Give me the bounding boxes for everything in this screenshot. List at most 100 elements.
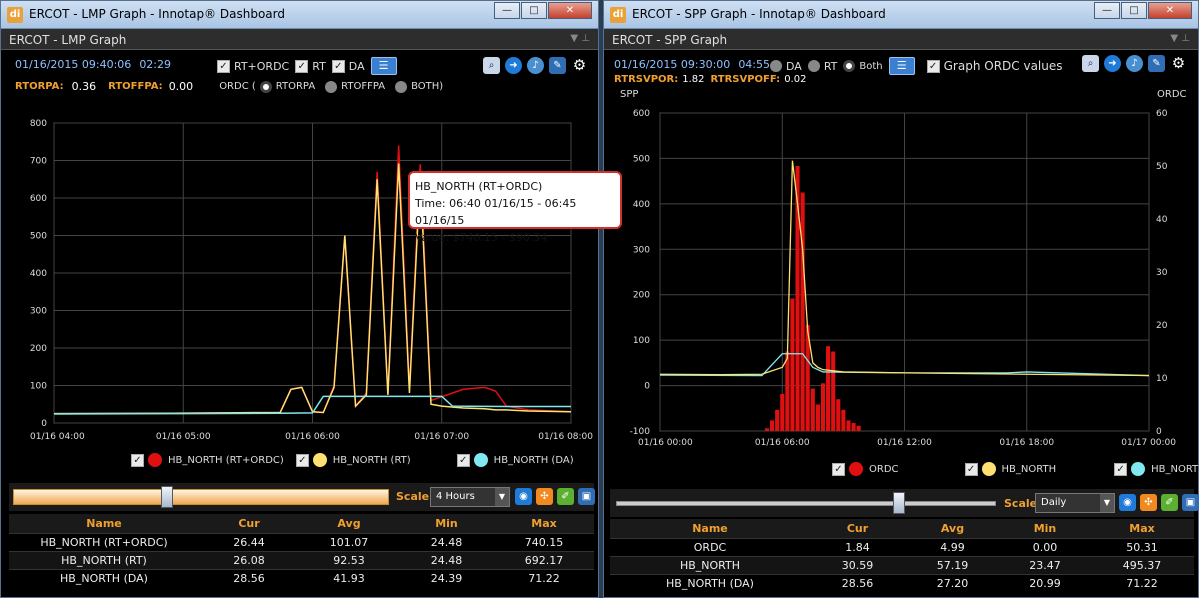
cell-min: 0.00 [1000, 537, 1090, 556]
arrow-right-icon[interactable]: ➜ [505, 57, 522, 74]
rtoffpa-radio[interactable] [325, 80, 338, 93]
spp-y-right-label: ORDC [1157, 89, 1187, 100]
cell-name: HB_NORTH (RT) [9, 550, 199, 569]
minimize-button[interactable]: — [1094, 2, 1120, 19]
list-view-button[interactable]: ☰ [888, 57, 915, 75]
spp-chart[interactable]: -100 0 100 200 300 400 500 600 0 10 20 30 40 50 60 01/1… [604, 101, 1199, 451]
cell-max: 71.22 [494, 568, 594, 587]
lmp-slider-bar: Scale: 4 Hours ▼ ◉ ✣ ✐ ▣ [9, 483, 595, 511]
speaker-icon[interactable]: ♪ [1126, 55, 1143, 72]
pencil-icon[interactable]: ✐ [557, 488, 574, 505]
col-name[interactable]: Name [9, 514, 199, 533]
grid-icon[interactable]: ✣ [1140, 494, 1157, 511]
legend-ordc-checkbox[interactable]: ✓ [832, 462, 845, 476]
arrow-right-icon[interactable]: ➜ [1104, 55, 1121, 72]
eye-icon[interactable]: ◉ [515, 488, 532, 505]
da-radio[interactable] [770, 60, 782, 72]
gear-icon[interactable]: ⚙ [571, 57, 588, 74]
col-avg[interactable]: Avg [299, 514, 399, 533]
pin-icon[interactable]: ▼ ⊥ [1170, 33, 1190, 44]
list-view-button[interactable]: ☰ [370, 57, 397, 75]
y-right-tick-label: 10 [1156, 374, 1168, 384]
table-row[interactable]: HB_NORTH (RT) 26.08 92.53 24.48 692.17 [9, 550, 594, 569]
spp-window: di ERCOT - SPP Graph - Innotap® Dashboar… [603, 0, 1199, 598]
save-icon[interactable]: ▣ [578, 488, 595, 505]
legend-rt-checkbox[interactable]: ✓ [295, 453, 309, 467]
legend-rt-ordc-swatch [148, 453, 162, 467]
cell-min: 24.48 [399, 550, 494, 569]
col-min[interactable]: Min [1000, 519, 1090, 538]
edit-icon[interactable]: ✎ [1148, 55, 1165, 72]
cell-avg: 57.19 [905, 555, 1000, 574]
col-avg[interactable]: Avg [905, 519, 1000, 538]
lmp-window-title: ERCOT - LMP Graph - Innotap® Dashboard [29, 7, 285, 21]
ordc-bar [800, 192, 805, 431]
legend-hbnorth-checkbox[interactable]: ✓ [964, 462, 978, 476]
spp-titlebar[interactable]: di ERCOT - SPP Graph - Innotap® Dashboar… [604, 1, 1198, 29]
ordc-bar [826, 346, 831, 431]
x-tick-label: 01/16 06:00 [755, 438, 810, 448]
save-icon[interactable]: ▣ [1182, 494, 1199, 511]
rt-checkbox[interactable]: ✓ [295, 59, 309, 73]
da-checkbox[interactable]: ✓ [331, 59, 345, 73]
col-min[interactable]: Min [399, 514, 494, 533]
spp-scale-select[interactable]: Daily ▼ [1035, 493, 1115, 513]
table-row[interactable]: ORDC 1.84 4.99 0.00 50.31 [610, 537, 1194, 556]
ordc-bar [836, 399, 841, 431]
edit-icon[interactable]: ✎ [549, 57, 566, 74]
y-right-tick-label: 20 [1156, 321, 1168, 331]
table-row[interactable]: HB_NORTH (DA) 28.56 41.93 24.39 71.22 [9, 568, 594, 587]
search-icon[interactable]: ⌕ [483, 57, 500, 74]
rtorpa-radio[interactable] [259, 80, 272, 93]
rt-radio-label: RT [823, 59, 838, 73]
speaker-icon[interactable]: ♪ [527, 57, 544, 74]
y-left-tick-label: 400 [633, 200, 650, 210]
legend-da-checkbox[interactable]: ✓ [456, 453, 470, 467]
cell-min: 24.48 [399, 532, 494, 551]
close-button[interactable]: ✕ [1148, 2, 1192, 19]
lmp-scale-select[interactable]: 4 Hours ▼ [430, 487, 510, 507]
minimize-button[interactable]: — [494, 2, 520, 19]
graph-ordc-checkbox[interactable]: ✓ [926, 59, 940, 73]
y-left-tick-label: -100 [630, 427, 651, 437]
grid-icon[interactable]: ✣ [536, 488, 553, 505]
cell-max: 71.22 [1090, 573, 1194, 592]
col-cur[interactable]: Cur [199, 514, 299, 533]
col-max[interactable]: Max [494, 514, 594, 533]
eye-icon[interactable]: ◉ [1119, 494, 1136, 511]
y-tick-label: 200 [30, 344, 47, 354]
both-radio[interactable] [395, 80, 408, 93]
gear-icon[interactable]: ⚙ [1170, 55, 1187, 72]
col-name[interactable]: Name [610, 519, 810, 538]
y-tick-label: 600 [30, 194, 47, 204]
lmp-time-slider[interactable] [13, 489, 389, 505]
search-icon[interactable]: ⌕ [1082, 55, 1099, 72]
legend-hbnorth-label: HB_NORTH [1001, 463, 1057, 475]
chevron-down-icon: ▼ [495, 488, 509, 506]
close-button[interactable]: ✕ [548, 2, 592, 19]
legend-rt-ordc-checkbox[interactable]: ✓ [131, 453, 144, 467]
table-row[interactable]: HB_NORTH (RT+ORDC) 26.44 101.07 24.48 74… [9, 532, 594, 551]
table-row[interactable]: HB_NORTH 30.59 57.19 23.47 495.37 [610, 555, 1194, 574]
lmp-titlebar[interactable]: di ERCOT - LMP Graph - Innotap® Dashboar… [1, 1, 598, 29]
spp-slider-thumb[interactable] [893, 492, 905, 514]
lmp-slider-thumb[interactable] [161, 486, 173, 508]
both-radio[interactable] [843, 60, 856, 72]
legend-ordc-label: ORDC [869, 463, 899, 475]
col-max[interactable]: Max [1090, 519, 1194, 538]
ordc-bar [841, 409, 846, 431]
spp-time-slider[interactable] [616, 501, 996, 506]
rt-ordc-checkbox[interactable]: ✓ [217, 59, 230, 73]
rt-radio[interactable] [807, 60, 820, 72]
cell-min: 23.47 [1000, 555, 1090, 574]
pencil-icon[interactable]: ✐ [1161, 494, 1178, 511]
maximize-button[interactable]: □ [1121, 2, 1147, 19]
rtrsvpoff-value: 0.02 [784, 74, 807, 85]
x-tick-label: 01/16 18:00 [999, 438, 1054, 448]
maximize-button[interactable]: □ [521, 2, 547, 19]
legend-hbnorth-da-checkbox[interactable]: ✓ [1114, 462, 1128, 476]
pin-icon[interactable]: ▼ ⊥ [570, 33, 590, 44]
table-row[interactable]: HB_NORTH (DA) 28.56 27.20 20.99 71.22 [610, 573, 1194, 592]
lmp-chart[interactable]: 0 100 200 300 400 500 600 700 800 01/16 04:00 01/1… [1, 111, 600, 446]
col-cur[interactable]: Cur [810, 519, 905, 538]
